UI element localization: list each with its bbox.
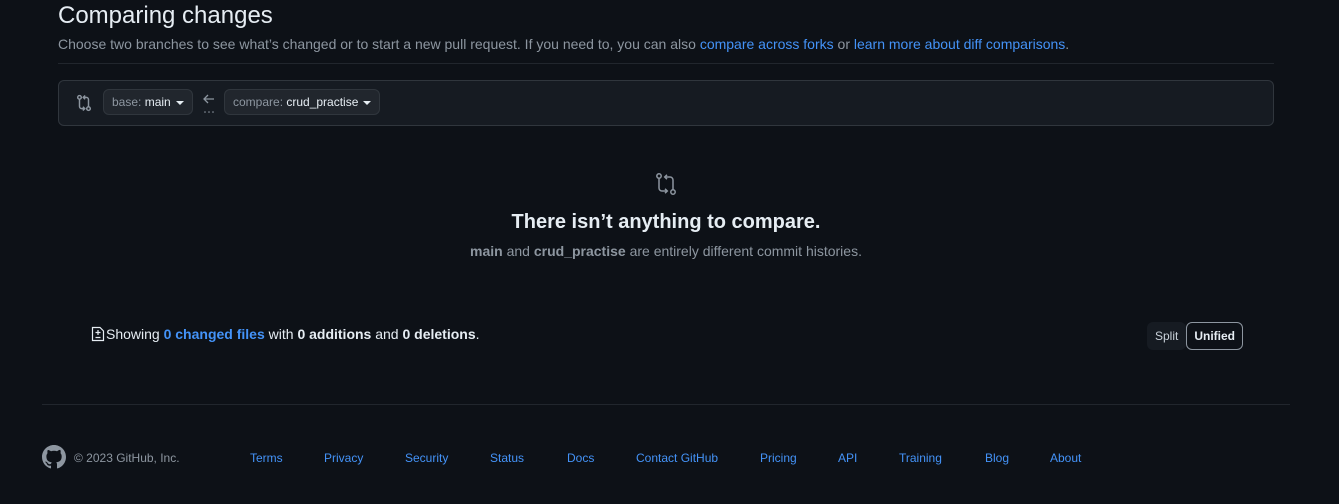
footer-link-contact[interactable]: Contact GitHub: [636, 451, 718, 465]
file-diff-icon: [91, 326, 105, 342]
header-divider: [58, 63, 1274, 64]
branch-a: main: [470, 243, 503, 259]
base-value: main: [144, 95, 171, 109]
split-view-button[interactable]: Split: [1147, 322, 1187, 350]
stats-with: with: [264, 326, 298, 342]
footer-link-status[interactable]: Status: [490, 451, 524, 465]
footer-link-api[interactable]: API: [838, 451, 857, 465]
changed-files-link[interactable]: 0 changed files: [164, 326, 265, 342]
unified-view-button[interactable]: Unified: [1186, 322, 1244, 350]
footer-link-pricing[interactable]: Pricing: [760, 451, 797, 465]
branch-b: crud_practise: [533, 243, 626, 259]
blankslate: There isn’t anything to compare. main an…: [58, 172, 1274, 259]
footer-link-blog[interactable]: Blog: [985, 451, 1009, 465]
subtitle-text: Choose two branches to see what’s change…: [58, 36, 700, 52]
compare-label: compare:: [233, 95, 287, 109]
additions-count: 0 additions: [297, 326, 372, 342]
github-mark-icon[interactable]: [42, 445, 66, 469]
diff-view-toggle: Split Unified: [1147, 322, 1244, 350]
arrow-left-icon: [203, 94, 214, 113]
footer-link-training[interactable]: Training: [899, 451, 942, 465]
footer-link-security[interactable]: Security: [405, 451, 448, 465]
footer-divider: [42, 404, 1290, 405]
range-editor: base: main compare: crud_practise: [58, 80, 1274, 126]
compare-value: crud_practise: [286, 95, 359, 109]
subtitle-end: .: [1065, 36, 1070, 52]
footer-copyright: © 2023 GitHub, Inc.: [74, 451, 180, 465]
diff-stats: Showing 0 changed files with 0 additions…: [90, 326, 480, 342]
base-branch-select[interactable]: base: main: [103, 89, 193, 115]
page-subtitle: Choose two branches to see what’s change…: [58, 36, 1069, 52]
footer-link-terms[interactable]: Terms: [250, 451, 283, 465]
caret-down-icon: [175, 100, 184, 105]
blankslate-description: main and crud_practise are entirely diff…: [58, 243, 1274, 259]
subtitle-or: or: [833, 36, 854, 52]
compare-across-forks-link[interactable]: compare across forks: [700, 36, 834, 52]
footer-link-privacy[interactable]: Privacy: [324, 451, 363, 465]
stats-and: and: [371, 326, 403, 342]
base-label: base:: [112, 95, 145, 109]
blankslate-and: and: [502, 243, 534, 259]
stats-showing: Showing: [106, 326, 164, 342]
blankslate-title: There isn’t anything to compare.: [511, 211, 821, 233]
compare-branch-select[interactable]: compare: crud_practise: [224, 89, 381, 115]
footer-link-docs[interactable]: Docs: [567, 451, 594, 465]
git-compare-icon: [656, 173, 676, 195]
footer-link-about[interactable]: About: [1050, 451, 1081, 465]
stats-period: .: [475, 326, 480, 342]
deletions-count: 0 deletions: [402, 326, 476, 342]
git-compare-icon: [76, 94, 92, 112]
learn-more-diff-link[interactable]: learn more about diff comparisons: [854, 36, 1065, 52]
footer: © 2023 GitHub, Inc. Terms Privacy Securi…: [42, 445, 1290, 471]
blankslate-rest: are entirely different commit histories.: [625, 243, 862, 259]
page-title: Comparing changes: [58, 2, 273, 29]
caret-down-icon: [363, 100, 372, 105]
